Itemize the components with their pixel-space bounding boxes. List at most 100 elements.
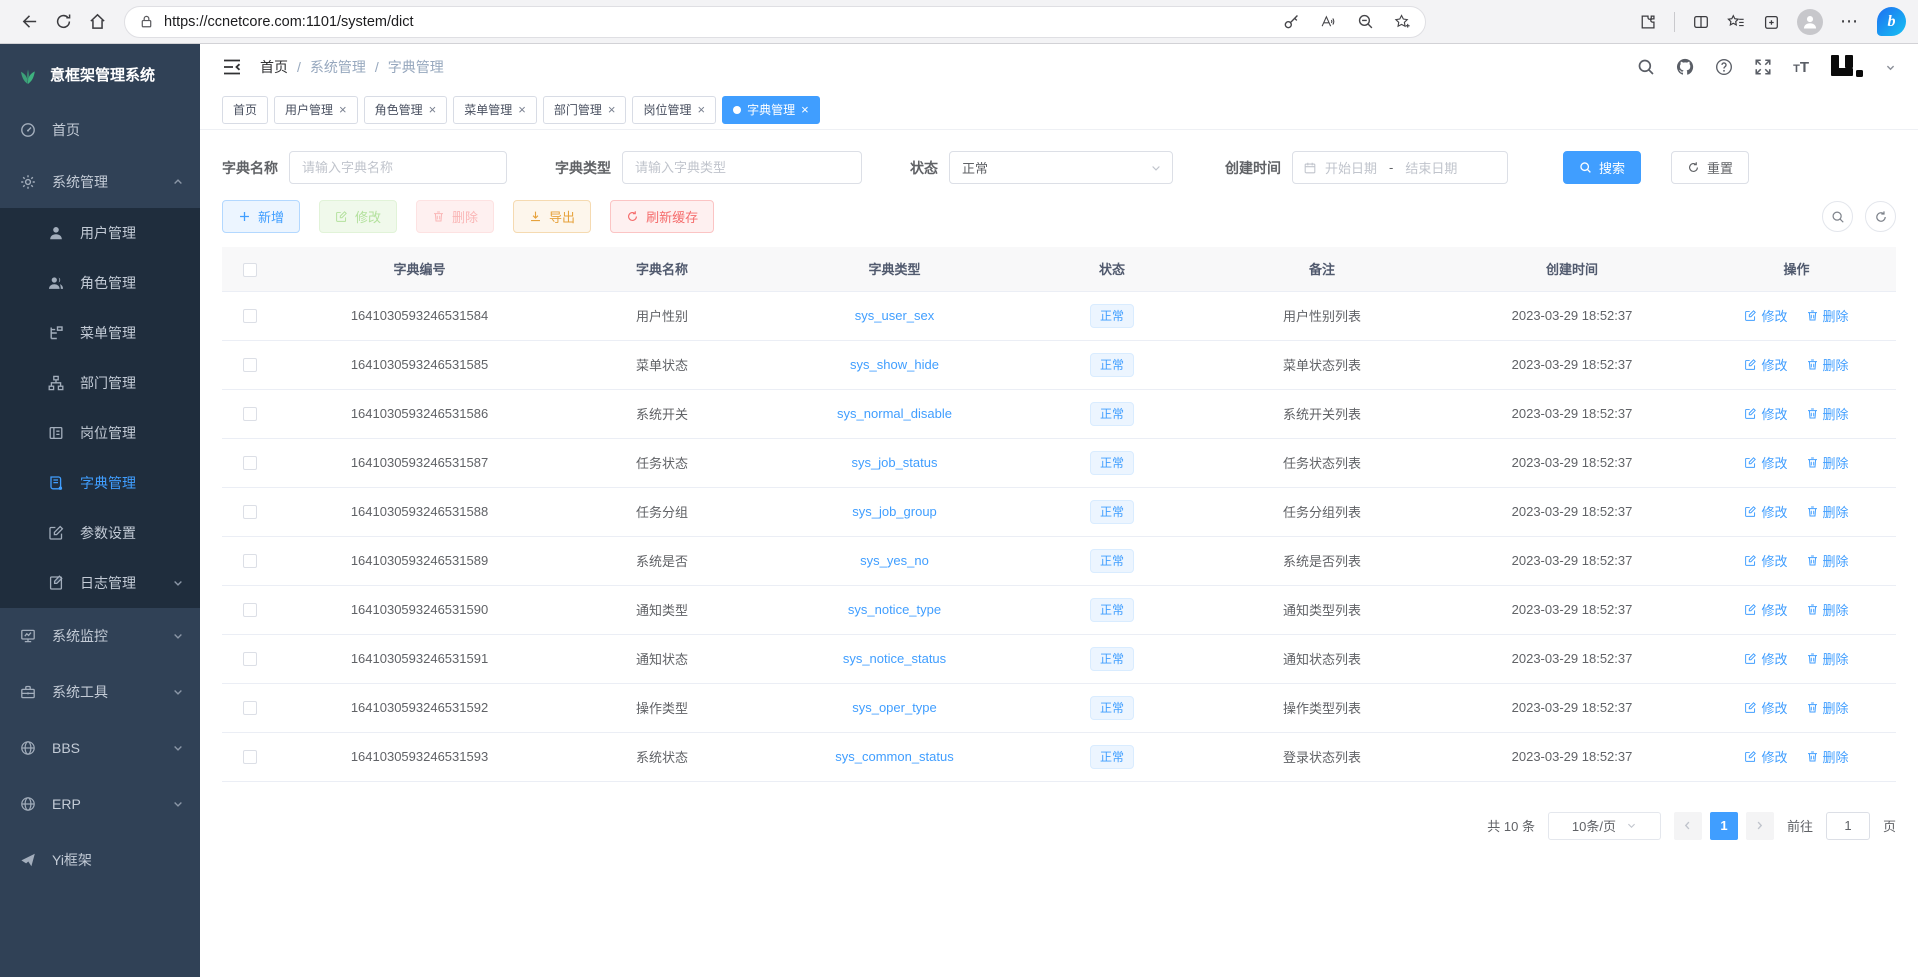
tab-dict-mgmt[interactable]: 字典管理× bbox=[722, 96, 820, 124]
delete-button[interactable]: 删除 bbox=[416, 200, 494, 233]
close-tab-icon[interactable]: × bbox=[429, 103, 437, 116]
sidebar-item-yi-framework[interactable]: Yi框架 bbox=[0, 832, 200, 888]
row-delete-button[interactable]: 删除 bbox=[1806, 404, 1849, 423]
row-delete-button[interactable]: 删除 bbox=[1806, 600, 1849, 619]
row-edit-button[interactable]: 修改 bbox=[1744, 649, 1787, 668]
browser-home-icon[interactable] bbox=[80, 5, 114, 39]
row-checkbox[interactable] bbox=[243, 554, 257, 568]
sidebar-item-system-tools[interactable]: 系统工具 bbox=[0, 664, 200, 720]
tab-user-mgmt[interactable]: 用户管理× bbox=[274, 96, 358, 124]
sidebar-item-user-mgmt[interactable]: 用户管理 bbox=[0, 208, 200, 258]
status-select[interactable]: 正常 bbox=[949, 151, 1173, 184]
row-edit-button[interactable]: 修改 bbox=[1744, 600, 1787, 619]
row-delete-button[interactable]: 删除 bbox=[1806, 306, 1849, 325]
row-edit-button[interactable]: 修改 bbox=[1744, 502, 1787, 521]
add-button[interactable]: 新增 bbox=[222, 200, 300, 233]
row-delete-button[interactable]: 删除 bbox=[1806, 453, 1849, 472]
edit-button[interactable]: 修改 bbox=[319, 200, 397, 233]
extensions-icon[interactable] bbox=[1639, 13, 1657, 31]
sidebar-item-param-settings[interactable]: 参数设置 bbox=[0, 508, 200, 558]
sidebar-item-bbs[interactable]: BBS bbox=[0, 720, 200, 776]
row-delete-button[interactable]: 删除 bbox=[1806, 355, 1849, 374]
zoom-out-icon[interactable] bbox=[1357, 13, 1374, 30]
favorites-icon[interactable] bbox=[1727, 13, 1745, 31]
sidebar-item-post-mgmt[interactable]: 岗位管理 bbox=[0, 408, 200, 458]
row-edit-button[interactable]: 修改 bbox=[1744, 404, 1787, 423]
row-delete-button[interactable]: 删除 bbox=[1806, 502, 1849, 521]
dict-type-input[interactable] bbox=[622, 151, 862, 184]
sidebar-item-system-mgmt[interactable]: 系统管理 bbox=[0, 156, 200, 208]
sidebar-item-dept-mgmt[interactable]: 部门管理 bbox=[0, 358, 200, 408]
fullscreen-icon[interactable] bbox=[1754, 58, 1772, 76]
dict-type-link[interactable]: sys_common_status bbox=[835, 749, 954, 764]
collapse-sidebar-icon[interactable] bbox=[222, 58, 242, 76]
export-button[interactable]: 导出 bbox=[513, 200, 591, 233]
dict-type-link[interactable]: sys_normal_disable bbox=[837, 406, 952, 421]
close-tab-icon[interactable]: × bbox=[801, 103, 809, 116]
row-delete-button[interactable]: 删除 bbox=[1806, 698, 1849, 717]
dict-type-link[interactable]: sys_notice_type bbox=[848, 602, 941, 617]
row-delete-button[interactable]: 删除 bbox=[1806, 551, 1849, 570]
copilot-icon[interactable]: b bbox=[1877, 7, 1906, 36]
help-icon[interactable] bbox=[1715, 58, 1733, 76]
sidebar-item-menu-mgmt[interactable]: 菜单管理 bbox=[0, 308, 200, 358]
close-tab-icon[interactable]: × bbox=[608, 103, 616, 116]
browser-more-icon[interactable]: ⋯ bbox=[1840, 11, 1860, 32]
goto-page-input[interactable] bbox=[1826, 812, 1870, 840]
row-checkbox[interactable] bbox=[243, 456, 257, 470]
row-edit-button[interactable]: 修改 bbox=[1744, 551, 1787, 570]
dict-type-link[interactable]: sys_yes_no bbox=[860, 553, 929, 568]
sidebar-item-dict-mgmt[interactable]: 字典管理 bbox=[0, 458, 200, 508]
tab-menu-mgmt[interactable]: 菜单管理× bbox=[453, 96, 537, 124]
collections-icon[interactable] bbox=[1762, 13, 1780, 31]
row-edit-button[interactable]: 修改 bbox=[1744, 698, 1787, 717]
row-checkbox[interactable] bbox=[243, 309, 257, 323]
font-size-icon[interactable]: TT bbox=[1793, 59, 1809, 76]
chevron-down-icon[interactable] bbox=[1885, 62, 1896, 73]
sidebar-item-home[interactable]: 首页 bbox=[0, 104, 200, 156]
row-delete-button[interactable]: 删除 bbox=[1806, 747, 1849, 766]
next-page-button[interactable] bbox=[1746, 812, 1774, 840]
favorite-add-icon[interactable] bbox=[1394, 13, 1411, 30]
refresh-table-button[interactable] bbox=[1865, 201, 1896, 232]
browser-profile-avatar[interactable] bbox=[1797, 9, 1823, 35]
close-tab-icon[interactable]: × bbox=[697, 103, 705, 116]
tab-post-mgmt[interactable]: 岗位管理× bbox=[632, 96, 716, 124]
yi-logo-avatar[interactable] bbox=[1830, 54, 1864, 80]
dict-name-input[interactable] bbox=[289, 151, 507, 184]
dict-type-link[interactable]: sys_job_group bbox=[852, 504, 937, 519]
row-checkbox[interactable] bbox=[243, 701, 257, 715]
tab-role-mgmt[interactable]: 角色管理× bbox=[364, 96, 448, 124]
row-checkbox[interactable] bbox=[243, 407, 257, 421]
row-edit-button[interactable]: 修改 bbox=[1744, 453, 1787, 472]
search-button[interactable]: 搜索 bbox=[1563, 151, 1641, 184]
row-checkbox[interactable] bbox=[243, 652, 257, 666]
row-checkbox[interactable] bbox=[243, 505, 257, 519]
select-all-checkbox[interactable] bbox=[243, 263, 257, 277]
split-screen-icon[interactable] bbox=[1692, 13, 1710, 31]
dict-type-link[interactable]: sys_job_status bbox=[852, 455, 938, 470]
row-delete-button[interactable]: 删除 bbox=[1806, 649, 1849, 668]
dict-type-link[interactable]: sys_oper_type bbox=[852, 700, 937, 715]
tab-dept-mgmt[interactable]: 部门管理× bbox=[543, 96, 627, 124]
row-edit-button[interactable]: 修改 bbox=[1744, 747, 1787, 766]
header-search-icon[interactable] bbox=[1637, 58, 1655, 76]
show-search-toggle-button[interactable] bbox=[1822, 201, 1853, 232]
close-tab-icon[interactable]: × bbox=[518, 103, 526, 116]
tab-home[interactable]: 首页 bbox=[222, 96, 268, 124]
refresh-cache-button[interactable]: 刷新缓存 bbox=[610, 200, 714, 233]
date-range-picker[interactable]: 开始日期 - 结束日期 bbox=[1292, 151, 1508, 184]
browser-back-icon[interactable] bbox=[12, 5, 46, 39]
sidebar-item-log-mgmt[interactable]: 日志管理 bbox=[0, 558, 200, 608]
page-size-select[interactable]: 10条/页 bbox=[1548, 812, 1661, 840]
breadcrumb-item[interactable]: 首页 bbox=[260, 57, 288, 77]
sidebar-item-erp[interactable]: ERP bbox=[0, 776, 200, 832]
browser-reload-icon[interactable] bbox=[46, 5, 80, 39]
dict-type-link[interactable]: sys_notice_status bbox=[843, 651, 946, 666]
read-aloud-icon[interactable] bbox=[1320, 13, 1337, 30]
prev-page-button[interactable] bbox=[1674, 812, 1702, 840]
row-checkbox[interactable] bbox=[243, 603, 257, 617]
row-checkbox[interactable] bbox=[243, 358, 257, 372]
sidebar-item-system-monitor[interactable]: 系统监控 bbox=[0, 608, 200, 664]
page-number-1[interactable]: 1 bbox=[1710, 812, 1738, 840]
